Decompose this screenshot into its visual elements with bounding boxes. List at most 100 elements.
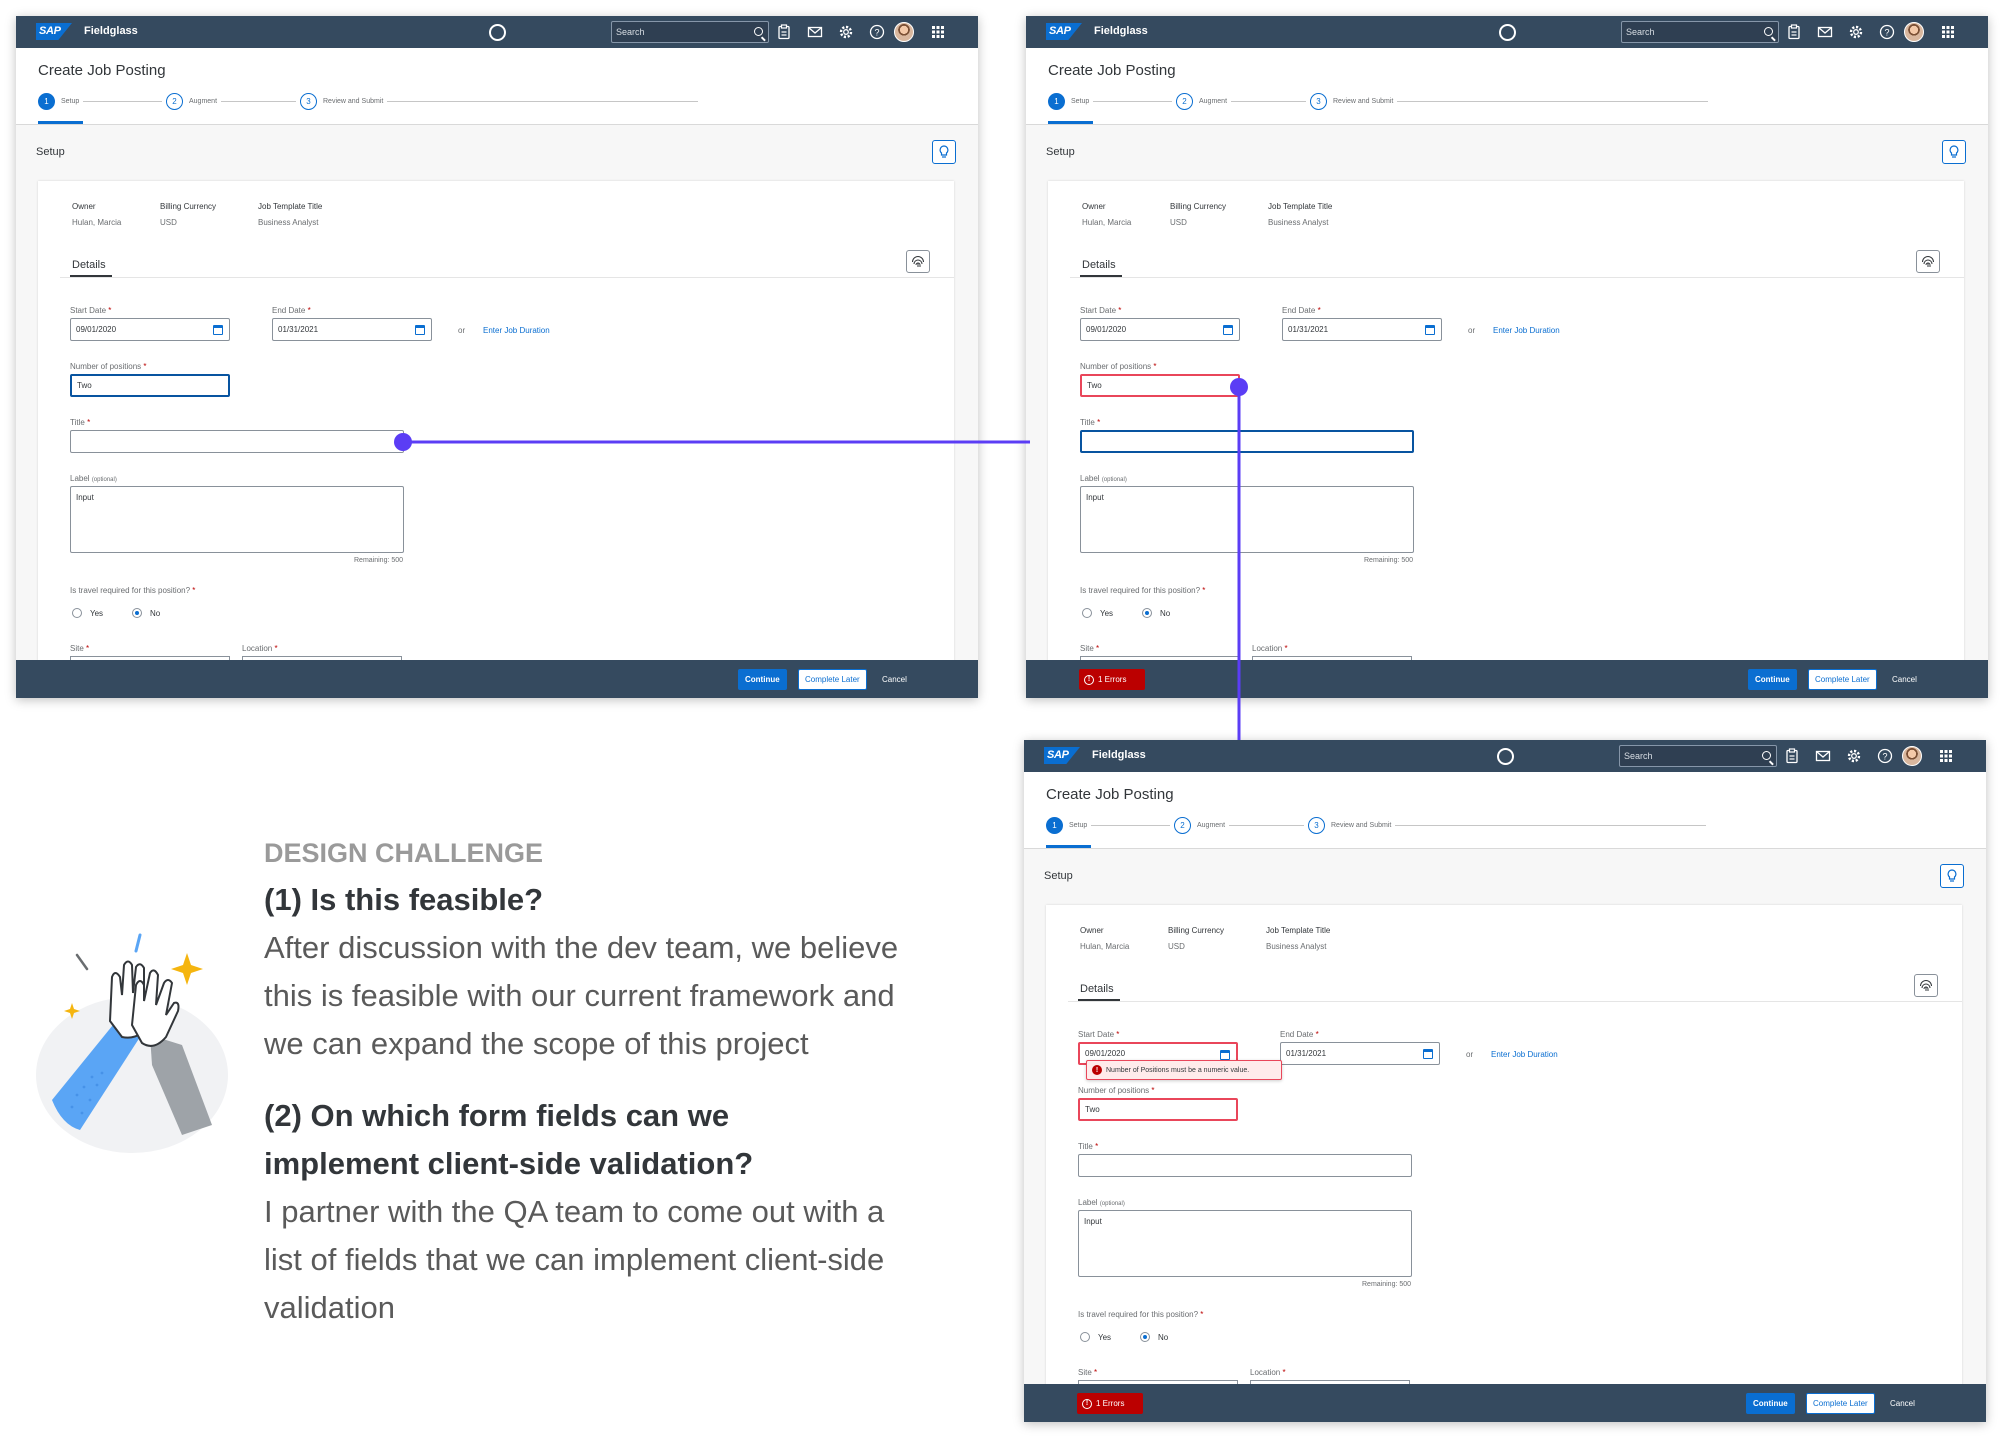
search-input[interactable] xyxy=(616,25,744,39)
calendar-icon[interactable] xyxy=(1223,325,1233,335)
sap-logo[interactable]: SAP xyxy=(1046,23,1082,40)
complete-later-button[interactable]: Complete Later xyxy=(1808,669,1877,690)
title-label: Title * xyxy=(70,418,91,427)
positions-input[interactable]: Two xyxy=(70,374,230,397)
user-avatar[interactable] xyxy=(1902,746,1922,766)
grid-icon[interactable] xyxy=(1938,748,1954,764)
search-icon[interactable] xyxy=(1762,751,1771,760)
continue-button[interactable]: Continue xyxy=(1746,1393,1795,1414)
title-input[interactable] xyxy=(1080,430,1414,453)
hint-button[interactable] xyxy=(1942,140,1966,164)
wizard-step-augment[interactable]: 2 Augment xyxy=(1170,816,1230,834)
positions-value: Two xyxy=(1087,381,1102,390)
start-date-field[interactable]: 09/01/2020 xyxy=(70,318,230,341)
travel-no-radio[interactable] xyxy=(132,608,142,618)
fingerprint-button[interactable] xyxy=(1916,250,1940,273)
calendar-icon[interactable] xyxy=(415,325,425,335)
wizard-step-setup[interactable]: 1 Setup xyxy=(1048,92,1094,110)
sap-logo[interactable]: SAP xyxy=(36,23,72,40)
gear-icon[interactable] xyxy=(1846,748,1862,764)
errors-count: 1 Errors xyxy=(1098,675,1127,684)
enter-job-duration-link[interactable]: Enter Job Duration xyxy=(1491,1050,1558,1059)
travel-yes-radio[interactable] xyxy=(1082,608,1092,618)
user-avatar[interactable] xyxy=(894,22,914,42)
end-date-field[interactable]: 01/31/2021 xyxy=(1280,1042,1440,1065)
clipboard-icon[interactable] xyxy=(776,24,792,40)
grid-icon[interactable] xyxy=(1940,24,1956,40)
errors-button[interactable]: ! 1 Errors xyxy=(1077,1393,1143,1414)
help-icon[interactable]: ? xyxy=(1879,24,1895,40)
label-textarea[interactable]: Input xyxy=(1080,486,1414,553)
wizard-step-setup[interactable]: 1 Setup xyxy=(1046,816,1092,834)
travel-yes-radio[interactable] xyxy=(72,608,82,618)
travel-no-label: No xyxy=(1158,1333,1169,1342)
hint-button[interactable] xyxy=(932,140,956,164)
search-input[interactable] xyxy=(1624,749,1752,763)
wizard-step-augment[interactable]: 2 Augment xyxy=(162,92,222,110)
search-field[interactable] xyxy=(1621,21,1779,43)
cancel-button[interactable]: Cancel xyxy=(882,675,907,684)
mail-icon[interactable] xyxy=(807,24,823,40)
calendar-icon[interactable] xyxy=(1425,325,1435,335)
help-icon[interactable]: ? xyxy=(869,24,885,40)
calendar-icon[interactable] xyxy=(213,325,223,335)
cancel-button[interactable]: Cancel xyxy=(1892,675,1917,684)
owner-value: Hulan, Marcia xyxy=(1082,218,1132,227)
errors-button[interactable]: ! 1 Errors xyxy=(1079,669,1145,690)
gear-icon[interactable] xyxy=(838,24,854,40)
clipboard-icon[interactable] xyxy=(1784,748,1800,764)
step-label: Augment xyxy=(189,97,218,105)
continue-button[interactable]: Continue xyxy=(1748,669,1797,690)
label-textarea[interactable]: Input xyxy=(1078,1210,1412,1277)
end-date-field[interactable]: 01/31/2021 xyxy=(272,318,432,341)
start-date-field[interactable]: 09/01/2020 xyxy=(1080,318,1240,341)
continue-button[interactable]: Continue xyxy=(738,669,787,690)
calendar-icon[interactable] xyxy=(1220,1050,1230,1060)
wizard-step-augment[interactable]: 2 Augment xyxy=(1172,92,1232,110)
tab-details[interactable]: Details xyxy=(1080,983,1114,995)
wizard-step-review[interactable]: 3 Review and Submit xyxy=(296,92,388,110)
user-avatar[interactable] xyxy=(1904,22,1924,42)
mail-icon[interactable] xyxy=(1815,748,1831,764)
tab-details[interactable]: Details xyxy=(1082,259,1116,271)
fingerprint-button[interactable] xyxy=(906,250,930,273)
search-icon[interactable] xyxy=(1764,27,1773,36)
calendar-icon[interactable] xyxy=(1423,1049,1433,1059)
wizard-step-review[interactable]: 3 Review and Submit xyxy=(1306,92,1398,110)
copilot-icon[interactable] xyxy=(489,24,506,41)
grid-icon[interactable] xyxy=(930,24,946,40)
search-field[interactable] xyxy=(1619,745,1777,767)
step-number: 3 xyxy=(300,92,317,110)
mail-icon[interactable] xyxy=(1817,24,1833,40)
complete-later-button[interactable]: Complete Later xyxy=(1806,1393,1875,1414)
search-input[interactable] xyxy=(1626,25,1754,39)
cancel-button[interactable]: Cancel xyxy=(1890,1399,1915,1408)
positions-input[interactable]: Two xyxy=(1078,1098,1238,1121)
tab-details[interactable]: Details xyxy=(72,259,106,271)
search-field[interactable] xyxy=(611,21,769,43)
title-input[interactable] xyxy=(1078,1154,1412,1177)
hint-button[interactable] xyxy=(1940,864,1964,888)
section-title: Setup xyxy=(1046,146,1075,158)
title-input[interactable] xyxy=(70,430,404,453)
positions-input[interactable]: Two xyxy=(1080,374,1240,397)
lightbulb-icon xyxy=(1949,145,1959,158)
enter-job-duration-link[interactable]: Enter Job Duration xyxy=(483,326,550,335)
copilot-icon[interactable] xyxy=(1499,24,1516,41)
travel-no-radio[interactable] xyxy=(1140,1332,1150,1342)
label-textarea[interactable]: Input xyxy=(70,486,404,553)
search-icon[interactable] xyxy=(754,27,763,36)
travel-yes-radio[interactable] xyxy=(1080,1332,1090,1342)
travel-no-radio[interactable] xyxy=(1142,608,1152,618)
enter-job-duration-link[interactable]: Enter Job Duration xyxy=(1493,326,1560,335)
complete-later-button[interactable]: Complete Later xyxy=(798,669,867,690)
gear-icon[interactable] xyxy=(1848,24,1864,40)
help-icon[interactable]: ? xyxy=(1877,748,1893,764)
copilot-icon[interactable] xyxy=(1497,748,1514,765)
wizard-step-review[interactable]: 3 Review and Submit xyxy=(1304,816,1396,834)
sap-logo[interactable]: SAP xyxy=(1044,747,1080,764)
fingerprint-button[interactable] xyxy=(1914,974,1938,997)
end-date-field[interactable]: 01/31/2021 xyxy=(1282,318,1442,341)
clipboard-icon[interactable] xyxy=(1786,24,1802,40)
wizard-step-setup[interactable]: 1 Setup xyxy=(38,92,84,110)
